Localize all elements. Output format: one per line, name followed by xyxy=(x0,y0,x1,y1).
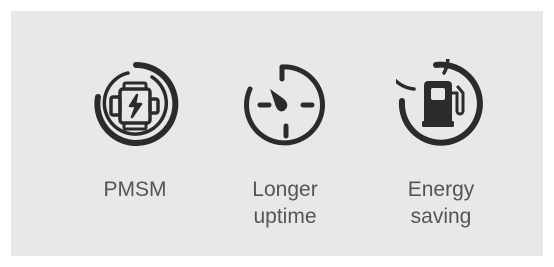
stopwatch-icon xyxy=(244,64,325,146)
feature-longer-uptime: Longer uptime xyxy=(210,11,360,256)
features-panel: PMSM Longer uptime Energy saving xyxy=(11,11,543,256)
fuel-pump-icon xyxy=(396,59,483,146)
feature-energy-saving: Energy saving xyxy=(366,11,516,256)
motor-icon xyxy=(94,61,179,146)
feature-pmsm: PMSM xyxy=(60,11,210,256)
feature-label: Longer uptime xyxy=(252,178,318,228)
feature-label: PMSM xyxy=(103,178,167,201)
feature-label: Energy saving xyxy=(407,178,475,228)
